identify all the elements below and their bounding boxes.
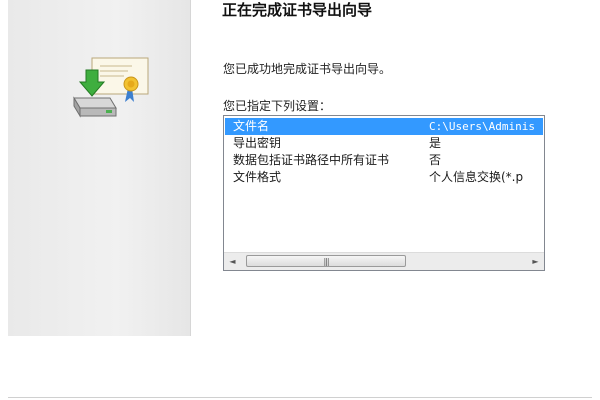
settings-row-file-format[interactable]: 文件格式 个人信息交换(*.p <box>225 169 543 186</box>
setting-value: 个人信息交换(*.p <box>429 170 524 184</box>
wizard-title: 正在完成证书导出向导 <box>222 1 373 19</box>
divider <box>8 397 592 398</box>
horizontal-scrollbar[interactable]: ◄ ||| ► <box>224 252 544 270</box>
setting-value: 是 <box>429 136 442 150</box>
settings-row-file-name[interactable]: 文件名 C:\Users\Adminis <box>225 118 543 135</box>
settings-list[interactable]: 文件名 C:\Users\Adminis 导出密钥 是 数据包括证书路径中所有证… <box>223 115 545 271</box>
scroll-left-icon[interactable]: ◄ <box>224 253 241 270</box>
scrollbar-thumb[interactable]: ||| <box>246 255 406 267</box>
wizard-side-panel <box>8 0 191 336</box>
setting-key: 文件格式 <box>233 170 282 184</box>
setting-value: C:\Users\Adminis <box>429 120 535 133</box>
success-message: 您已成功地完成证书导出向导。 <box>223 62 392 76</box>
settings-caption: 您已指定下列设置： <box>223 99 332 113</box>
setting-key: 文件名 <box>233 119 270 133</box>
setting-key: 数据包括证书路径中所有证书 <box>233 153 390 167</box>
certificate-export-icon <box>73 57 149 118</box>
setting-key: 导出密钥 <box>233 136 282 150</box>
settings-row-export-key[interactable]: 导出密钥 是 <box>225 135 543 152</box>
settings-row-include-chain[interactable]: 数据包括证书路径中所有证书 否 <box>225 152 543 169</box>
setting-value: 否 <box>429 153 442 167</box>
scroll-right-icon[interactable]: ► <box>527 253 544 270</box>
scrollbar-grip-icon: ||| <box>323 257 329 266</box>
